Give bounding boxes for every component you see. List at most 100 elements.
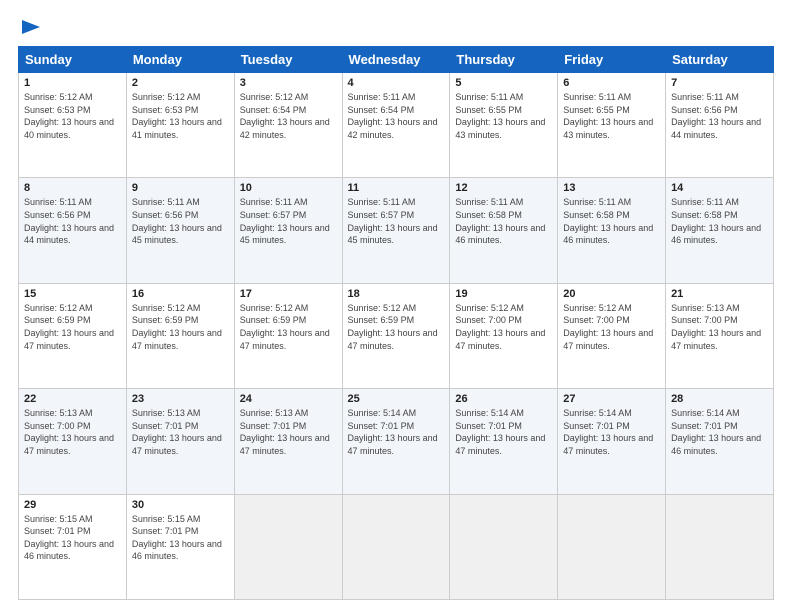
calendar-week-row: 8 Sunrise: 5:11 AMSunset: 6:56 PMDaylight… (19, 178, 774, 283)
day-number: 27 (563, 393, 660, 405)
day-info: Sunrise: 5:11 AMSunset: 6:56 PMDaylight:… (24, 197, 114, 245)
day-number: 19 (455, 288, 552, 300)
calendar-cell: 26 Sunrise: 5:14 AMSunset: 7:01 PMDayligh… (450, 389, 558, 494)
calendar-cell: 2 Sunrise: 5:12 AMSunset: 6:53 PMDaylight… (126, 73, 234, 178)
calendar-cell: 16 Sunrise: 5:12 AMSunset: 6:59 PMDayligh… (126, 283, 234, 388)
day-info: Sunrise: 5:11 AMSunset: 6:58 PMDaylight:… (455, 197, 545, 245)
calendar-cell: 9 Sunrise: 5:11 AMSunset: 6:56 PMDaylight… (126, 178, 234, 283)
day-header-saturday: Saturday (666, 47, 774, 73)
day-info: Sunrise: 5:13 AMSunset: 7:01 PMDaylight:… (132, 408, 222, 456)
calendar-cell: 19 Sunrise: 5:12 AMSunset: 7:00 PMDayligh… (450, 283, 558, 388)
page: SundayMondayTuesdayWednesdayThursdayFrid… (0, 0, 792, 612)
day-number: 29 (24, 499, 121, 511)
day-number: 17 (240, 288, 337, 300)
day-number: 16 (132, 288, 229, 300)
day-number: 2 (132, 77, 229, 89)
calendar-cell: 14 Sunrise: 5:11 AMSunset: 6:58 PMDayligh… (666, 178, 774, 283)
day-number: 13 (563, 182, 660, 194)
day-info: Sunrise: 5:11 AMSunset: 6:56 PMDaylight:… (132, 197, 222, 245)
calendar-table: SundayMondayTuesdayWednesdayThursdayFrid… (18, 46, 774, 600)
calendar-cell (234, 494, 342, 599)
day-number: 18 (348, 288, 445, 300)
day-number: 11 (348, 182, 445, 194)
day-number: 1 (24, 77, 121, 89)
day-info: Sunrise: 5:14 AMSunset: 7:01 PMDaylight:… (348, 408, 438, 456)
day-number: 22 (24, 393, 121, 405)
header (18, 18, 774, 36)
day-info: Sunrise: 5:11 AMSunset: 6:57 PMDaylight:… (240, 197, 330, 245)
day-number: 8 (24, 182, 121, 194)
day-info: Sunrise: 5:11 AMSunset: 6:57 PMDaylight:… (348, 197, 438, 245)
day-info: Sunrise: 5:12 AMSunset: 6:59 PMDaylight:… (132, 303, 222, 351)
day-header-friday: Friday (558, 47, 666, 73)
day-number: 25 (348, 393, 445, 405)
calendar-cell: 23 Sunrise: 5:13 AMSunset: 7:01 PMDayligh… (126, 389, 234, 494)
day-number: 26 (455, 393, 552, 405)
day-number: 21 (671, 288, 768, 300)
calendar-cell: 27 Sunrise: 5:14 AMSunset: 7:01 PMDayligh… (558, 389, 666, 494)
day-number: 24 (240, 393, 337, 405)
day-info: Sunrise: 5:14 AMSunset: 7:01 PMDaylight:… (455, 408, 545, 456)
logo-flag-icon (20, 18, 42, 36)
calendar-cell (450, 494, 558, 599)
day-info: Sunrise: 5:14 AMSunset: 7:01 PMDaylight:… (563, 408, 653, 456)
day-header-wednesday: Wednesday (342, 47, 450, 73)
calendar-cell: 25 Sunrise: 5:14 AMSunset: 7:01 PMDayligh… (342, 389, 450, 494)
calendar-week-row: 29 Sunrise: 5:15 AMSunset: 7:01 PMDayligh… (19, 494, 774, 599)
day-info: Sunrise: 5:11 AMSunset: 6:58 PMDaylight:… (671, 197, 761, 245)
day-number: 14 (671, 182, 768, 194)
day-info: Sunrise: 5:12 AMSunset: 6:59 PMDaylight:… (348, 303, 438, 351)
calendar-cell: 10 Sunrise: 5:11 AMSunset: 6:57 PMDayligh… (234, 178, 342, 283)
day-header-monday: Monday (126, 47, 234, 73)
calendar-cell: 6 Sunrise: 5:11 AMSunset: 6:55 PMDaylight… (558, 73, 666, 178)
calendar-week-row: 22Sunrise: 5:13 AMSunset: 7:00 PMDayligh… (19, 389, 774, 494)
calendar-cell: 29 Sunrise: 5:15 AMSunset: 7:01 PMDayligh… (19, 494, 127, 599)
calendar-cell (558, 494, 666, 599)
calendar-header-row: SundayMondayTuesdayWednesdayThursdayFrid… (19, 47, 774, 73)
day-number: 10 (240, 182, 337, 194)
calendar-cell: 17Sunrise: 5:12 AMSunset: 6:59 PMDayligh… (234, 283, 342, 388)
day-number: 12 (455, 182, 552, 194)
day-info: Sunrise: 5:11 AMSunset: 6:55 PMDaylight:… (455, 92, 545, 140)
day-number: 4 (348, 77, 445, 89)
calendar-cell: 20 Sunrise: 5:12 AMSunset: 7:00 PMDayligh… (558, 283, 666, 388)
day-info: Sunrise: 5:12 AMSunset: 7:00 PMDaylight:… (563, 303, 653, 351)
day-number: 23 (132, 393, 229, 405)
day-number: 30 (132, 499, 229, 511)
calendar-cell: 1Sunrise: 5:12 AMSunset: 6:53 PMDaylight… (19, 73, 127, 178)
calendar-cell: 21Sunrise: 5:13 AMSunset: 7:00 PMDayligh… (666, 283, 774, 388)
day-number: 3 (240, 77, 337, 89)
calendar-week-row: 15 Sunrise: 5:12 AMSunset: 6:59 PMDayligh… (19, 283, 774, 388)
calendar-cell: 3Sunrise: 5:12 AMSunset: 6:54 PMDaylight… (234, 73, 342, 178)
day-header-tuesday: Tuesday (234, 47, 342, 73)
day-number: 9 (132, 182, 229, 194)
day-info: Sunrise: 5:14 AMSunset: 7:01 PMDaylight:… (671, 408, 761, 456)
day-number: 6 (563, 77, 660, 89)
day-info: Sunrise: 5:15 AMSunset: 7:01 PMDaylight:… (24, 514, 114, 562)
calendar-cell: 15 Sunrise: 5:12 AMSunset: 6:59 PMDayligh… (19, 283, 127, 388)
day-info: Sunrise: 5:11 AMSunset: 6:56 PMDaylight:… (671, 92, 761, 140)
calendar-cell: 24 Sunrise: 5:13 AMSunset: 7:01 PMDayligh… (234, 389, 342, 494)
calendar-cell: 5Sunrise: 5:11 AMSunset: 6:55 PMDaylight… (450, 73, 558, 178)
day-header-thursday: Thursday (450, 47, 558, 73)
calendar-cell: 18 Sunrise: 5:12 AMSunset: 6:59 PMDayligh… (342, 283, 450, 388)
calendar-cell: 7 Sunrise: 5:11 AMSunset: 6:56 PMDaylight… (666, 73, 774, 178)
calendar-cell: 12 Sunrise: 5:11 AMSunset: 6:58 PMDayligh… (450, 178, 558, 283)
day-info: Sunrise: 5:12 AMSunset: 7:00 PMDaylight:… (455, 303, 545, 351)
calendar-cell: 30Sunrise: 5:15 AMSunset: 7:01 PMDayligh… (126, 494, 234, 599)
logo (18, 18, 42, 36)
day-info: Sunrise: 5:13 AMSunset: 7:01 PMDaylight:… (240, 408, 330, 456)
calendar-cell: 22Sunrise: 5:13 AMSunset: 7:00 PMDayligh… (19, 389, 127, 494)
day-info: Sunrise: 5:12 AMSunset: 6:53 PMDaylight:… (132, 92, 222, 140)
day-header-sunday: Sunday (19, 47, 127, 73)
calendar-cell (342, 494, 450, 599)
day-info: Sunrise: 5:12 AMSunset: 6:59 PMDaylight:… (24, 303, 114, 351)
day-number: 15 (24, 288, 121, 300)
calendar-cell: 8 Sunrise: 5:11 AMSunset: 6:56 PMDaylight… (19, 178, 127, 283)
calendar-cell (666, 494, 774, 599)
day-info: Sunrise: 5:11 AMSunset: 6:58 PMDaylight:… (563, 197, 653, 245)
day-number: 7 (671, 77, 768, 89)
day-info: Sunrise: 5:11 AMSunset: 6:55 PMDaylight:… (563, 92, 653, 140)
day-number: 20 (563, 288, 660, 300)
day-info: Sunrise: 5:11 AMSunset: 6:54 PMDaylight:… (348, 92, 438, 140)
